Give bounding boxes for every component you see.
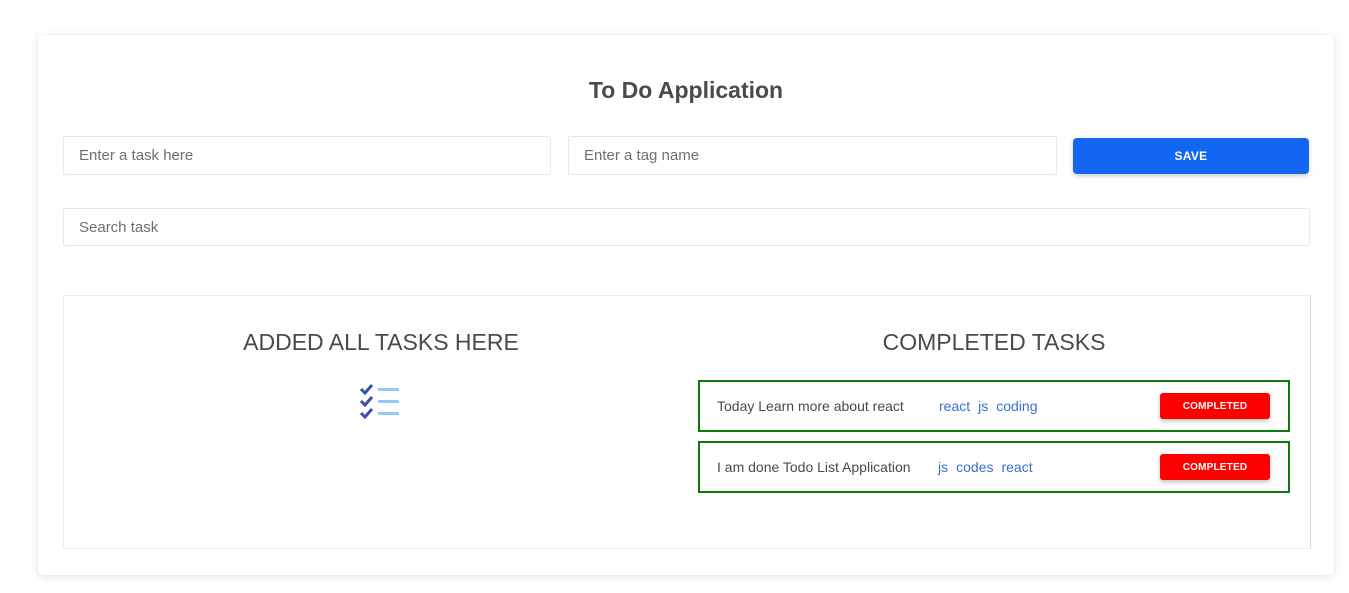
tag-link[interactable]: react [939, 398, 970, 414]
save-button[interactable]: SAVE [1073, 138, 1309, 174]
tag-link[interactable]: react [1001, 459, 1032, 475]
tag-link[interactable]: js [938, 459, 948, 475]
completed-button[interactable]: COMPLETED [1160, 454, 1270, 480]
checklist-icon [357, 384, 403, 429]
tag-link[interactable]: js [978, 398, 988, 414]
task-tags: react js coding [939, 398, 1038, 414]
todo-card: To Do Application SAVE ADDED ALL TASKS H… [38, 35, 1334, 575]
page-title: To Do Application [588, 77, 784, 103]
task-text: I am done Todo List Application [717, 459, 911, 475]
task-input[interactable] [63, 136, 551, 175]
task-text: Today Learn more about react [717, 398, 904, 414]
tag-link[interactable]: coding [996, 398, 1037, 414]
completed-tasks-title: COMPLETED TASKS [882, 329, 1106, 355]
added-tasks-title: ADDED ALL TASKS HERE [243, 329, 519, 355]
tasks-panel: ADDED ALL TASKS HERE COMPLETED TASKS Tod… [63, 295, 1311, 549]
completed-task-row: I am done Todo List Application js codes… [698, 441, 1290, 493]
search-input[interactable] [63, 208, 1310, 246]
tag-input[interactable] [568, 136, 1057, 175]
tag-link[interactable]: codes [956, 459, 993, 475]
completed-button[interactable]: COMPLETED [1160, 393, 1270, 419]
completed-task-row: Today Learn more about react react js co… [698, 380, 1290, 432]
task-tags: js codes react [938, 459, 1033, 475]
